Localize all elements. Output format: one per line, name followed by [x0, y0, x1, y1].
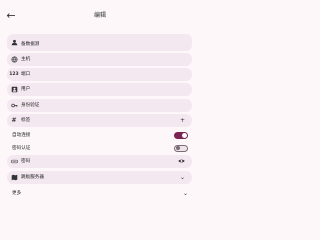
globe-icon	[7, 56, 21, 63]
password-auth-switch[interactable]	[174, 144, 188, 152]
chevron-down-icon[interactable]: ⌄	[180, 174, 185, 181]
auto-connect-switch[interactable]	[174, 131, 188, 139]
name-field[interactable]: 备数据测	[7, 34, 192, 51]
auto-connect-label: 自动连接	[12, 133, 31, 138]
map-icon	[7, 174, 21, 181]
auth-field-value: 身份验证	[21, 103, 40, 108]
key-icon	[7, 102, 21, 109]
page-title: 编辑	[93, 12, 106, 19]
name-field-value: 备数据测	[21, 42, 40, 47]
port-field[interactable]: 123 端口	[7, 68, 192, 81]
user-field-value: 用户	[21, 87, 31, 92]
switch-knob	[182, 132, 187, 138]
jump-server-field-value: 跳板服务器	[21, 175, 44, 180]
switch-knob	[175, 146, 180, 150]
host-field[interactable]: 主机	[7, 53, 192, 66]
account-box-icon	[7, 86, 21, 93]
more-row[interactable]: 更多 ⌄	[12, 188, 188, 198]
eye-icon[interactable]	[178, 158, 185, 166]
add-tag-button[interactable]: +	[180, 117, 185, 124]
password-icon	[7, 158, 21, 165]
person-icon	[7, 39, 21, 46]
hashtag-icon: #	[11, 117, 17, 124]
auth-field[interactable]: 身份验证	[7, 99, 192, 112]
port-field-value: 端口	[21, 72, 31, 77]
chevron-down-icon: ⌄	[182, 189, 188, 197]
user-field[interactable]: 用户	[7, 83, 192, 96]
password-auth-row: 密码认证	[12, 143, 188, 153]
numeric-icon: 123	[9, 72, 19, 77]
password-field[interactable]: 密码	[7, 155, 192, 168]
host-field-value: 主机	[21, 57, 31, 62]
auto-connect-row: 自动连接	[12, 130, 188, 140]
jump-server-field[interactable]: 跳板服务器 ⌄	[7, 171, 192, 184]
more-label: 更多	[12, 191, 22, 196]
tags-field[interactable]: # 标签 +	[7, 114, 192, 127]
password-auth-label: 密码认证	[12, 146, 31, 151]
top-app-bar: ← 编辑	[0, 0, 200, 30]
password-field-value: 密码	[21, 159, 31, 164]
tags-field-value: 标签	[21, 118, 31, 123]
